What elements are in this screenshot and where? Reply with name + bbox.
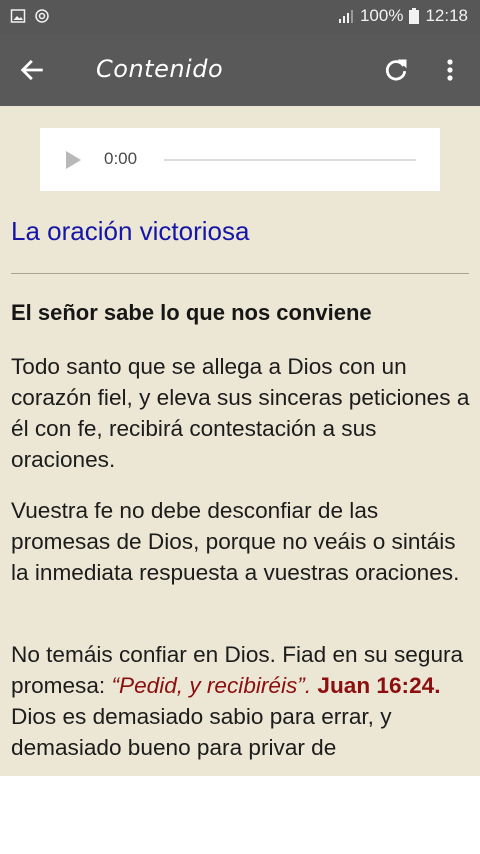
article-title: La oración victoriosa — [11, 216, 250, 246]
scripture-quote: “Pedid, y recibiréis” — [111, 673, 305, 698]
audio-progress-track[interactable] — [164, 159, 416, 161]
bottom-panel — [0, 776, 480, 854]
audio-current-time: 0:00 — [104, 149, 138, 168]
image-icon — [10, 9, 26, 23]
sync-icon — [35, 9, 49, 23]
paragraph-3-rest: Dios es demasiado sabio para errar, y de… — [11, 704, 392, 760]
status-bar: 100% 12:18 — [0, 0, 480, 34]
status-time: 12:18 — [425, 6, 468, 25]
paragraph-2: Vuestra fe no debe desconfiar de las pro… — [11, 498, 460, 585]
paragraph-3: No temáis confiar en Dios. Fiad en su se… — [11, 639, 473, 763]
battery-icon — [409, 8, 420, 24]
content-area[interactable]: 0:00 La oración victoriosa El señor sabe… — [0, 106, 480, 776]
scripture-reference[interactable]: Juan 16:24. — [317, 673, 440, 698]
quote-period: . — [304, 673, 318, 698]
page-title: Contenido — [96, 55, 224, 83]
arrow-left-icon[interactable] — [18, 56, 46, 84]
audio-player: 0:00 — [40, 128, 440, 191]
signal-icon — [338, 10, 353, 23]
app-bar: Contenido — [0, 34, 480, 106]
more-vertical-icon[interactable] — [440, 56, 460, 84]
divider — [11, 273, 469, 274]
refresh-icon[interactable] — [382, 56, 410, 84]
play-icon[interactable] — [64, 150, 82, 170]
battery-percent: 100% — [359, 6, 404, 25]
status-left-icons — [10, 8, 50, 24]
status-right: 100% 12:18 — [338, 6, 468, 26]
paragraph-1: Todo santo que se allega a Dios con un c… — [11, 354, 470, 472]
article-subtitle: El señor sabe lo que nos conviene — [11, 300, 372, 325]
